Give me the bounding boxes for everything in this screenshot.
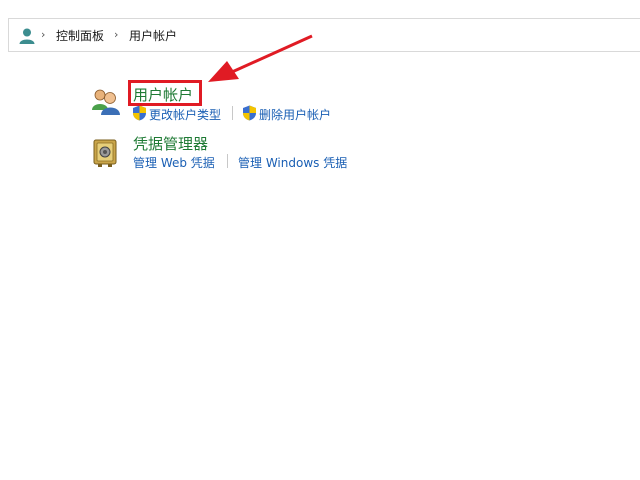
uac-shield-icon: [133, 105, 146, 121]
chevron-right-icon[interactable]: ›: [41, 28, 45, 41]
users-icon[interactable]: [90, 86, 122, 118]
credential-manager-title[interactable]: 凭据管理器: [133, 133, 208, 154]
annotation-arrow: [208, 34, 313, 82]
breadcrumb-control-panel[interactable]: 控制面板: [56, 27, 104, 44]
breadcrumb-user-accounts[interactable]: 用户帐户: [129, 27, 177, 44]
uac-shield-icon: [243, 105, 256, 121]
user-accounts-icon: [19, 28, 35, 44]
manage-windows-credentials-link[interactable]: 管理 Windows 凭据: [238, 154, 347, 171]
link-divider: [232, 106, 233, 120]
manage-web-credentials-link[interactable]: 管理 Web 凭据: [133, 154, 215, 171]
change-account-type-link[interactable]: 更改帐户类型: [149, 106, 221, 123]
highlight-box: [128, 80, 202, 106]
chevron-right-icon[interactable]: ›: [114, 28, 118, 41]
link-divider: [227, 154, 228, 168]
address-bar[interactable]: › 控制面板 › 用户帐户: [8, 18, 640, 52]
credential-vault-icon[interactable]: [92, 138, 120, 168]
delete-user-account-link[interactable]: 删除用户帐户: [259, 106, 331, 123]
